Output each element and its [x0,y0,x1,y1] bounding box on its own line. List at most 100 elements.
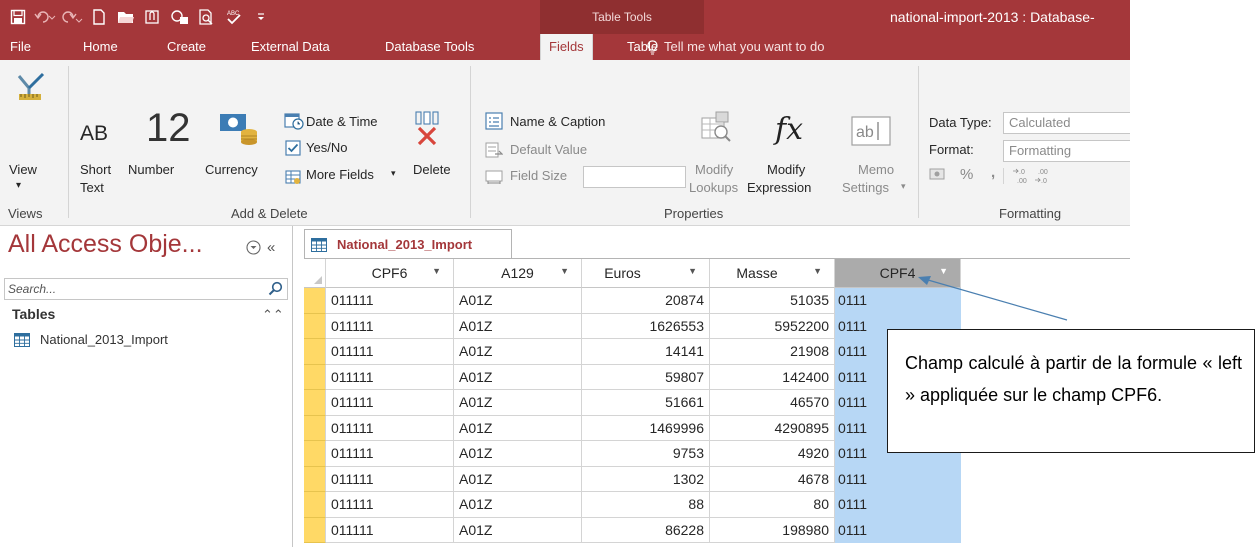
cell-cpf6[interactable]: 011111 [326,339,454,365]
cell-cpf4[interactable]: 0111 [835,466,961,492]
cell-cpf6[interactable]: 011111 [326,390,454,416]
save-icon[interactable] [6,5,30,29]
search-icon[interactable] [268,281,283,296]
nav-group-tables[interactable]: Tables [12,306,55,322]
field-size-input[interactable] [583,166,686,188]
table-row[interactable]: 011111 A01Z 1626553 5952200 0111 [304,313,961,339]
data-type-select[interactable]: Calculated [1003,112,1130,134]
record-selector[interactable] [304,466,326,492]
tab-fields[interactable]: Fields [540,34,593,60]
cell-masse[interactable]: 5952200 [710,313,835,339]
table-row[interactable]: 011111 A01Z 51661 46570 0111 [304,390,961,416]
table-row[interactable]: 011111 A01Z 14141 21908 0111 [304,339,961,365]
cell-cpf6[interactable]: 011111 [326,364,454,390]
column-dropdown-icon[interactable]: ▼ [813,266,822,276]
cell-cpf6[interactable]: 011111 [326,313,454,339]
document-tab[interactable]: National_2013_Import [304,229,512,259]
cell-a129[interactable]: A01Z [454,466,582,492]
column-dropdown-icon[interactable]: ▼ [560,266,569,276]
column-header-a129[interactable]: A129 ▼ [454,259,582,288]
column-dropdown-icon[interactable]: ▼ [432,266,441,276]
table-row[interactable]: 011111 A01Z 59807 142400 0111 [304,364,961,390]
cell-cpf6[interactable]: 011111 [326,517,454,543]
percent-format-button[interactable]: % [960,166,973,183]
cell-euros[interactable]: 1469996 [582,415,710,441]
cell-euros[interactable]: 1626553 [582,313,710,339]
select-all-button[interactable] [304,259,326,288]
tab-file[interactable]: File [10,34,31,60]
cell-masse[interactable]: 51035 [710,288,835,314]
table-row[interactable]: 011111 A01Z 9753 4920 0111 [304,441,961,467]
cell-a129[interactable]: A01Z [454,364,582,390]
cell-a129[interactable]: A01Z [454,288,582,314]
column-header-masse[interactable]: Masse ▼ [710,259,835,288]
open-folder-icon[interactable] [114,5,138,29]
cell-euros[interactable]: 14141 [582,339,710,365]
customize-qat-icon[interactable] [249,5,273,29]
cell-a129[interactable]: A01Z [454,492,582,518]
table-row[interactable]: 011111 A01Z 1469996 4290895 0111 [304,415,961,441]
nav-menu-chevron-icon[interactable] [246,240,261,255]
column-dropdown-icon[interactable]: ▼ [688,266,697,276]
cell-a129[interactable]: A01Z [454,441,582,467]
cell-cpf6[interactable]: 011111 [326,415,454,441]
table-row[interactable]: 011111 A01Z 86228 198980 0111 [304,517,961,543]
cell-masse[interactable]: 21908 [710,339,835,365]
cell-masse[interactable]: 46570 [710,390,835,416]
cell-masse[interactable]: 142400 [710,364,835,390]
record-selector[interactable] [304,313,326,339]
tab-external-data[interactable]: External Data [251,34,330,60]
record-selector[interactable] [304,390,326,416]
record-selector[interactable] [304,441,326,467]
record-selector[interactable] [304,492,326,518]
redo-icon[interactable] [60,5,84,29]
cell-euros[interactable]: 1302 [582,466,710,492]
cell-euros[interactable]: 20874 [582,288,710,314]
column-header-cpf4[interactable]: CPF4 ▼ [835,259,961,288]
collapse-pane-icon[interactable]: « [267,239,275,256]
column-header-euros[interactable]: Euros ▼ [582,259,710,288]
column-header-cpf6[interactable]: CPF6 ▼ [326,259,454,288]
cell-cpf6[interactable]: 011111 [326,441,454,467]
search-input[interactable]: Search... [4,278,288,300]
collapse-group-icon[interactable]: ⌃⌃ [262,307,284,323]
record-selector[interactable] [304,288,326,314]
cell-a129[interactable]: A01Z [454,517,582,543]
record-selector[interactable] [304,339,326,365]
print-preview-icon[interactable] [195,5,219,29]
new-document-icon[interactable] [87,5,111,29]
cell-cpf4[interactable]: 0111 [835,517,961,543]
comma-format-button[interactable]: , [991,164,995,181]
cell-a129[interactable]: A01Z [454,415,582,441]
tab-create[interactable]: Create [167,34,206,60]
cell-a129[interactable]: A01Z [454,339,582,365]
table-row[interactable]: 011111 A01Z 88 80 0111 [304,492,961,518]
record-selector[interactable] [304,364,326,390]
cell-cpf4[interactable]: 0111 [835,288,961,314]
cell-masse[interactable]: 4290895 [710,415,835,441]
attachment-icon[interactable] [141,5,165,29]
nav-item-table[interactable]: National_2013_Import [14,332,168,347]
relationships-icon[interactable] [168,5,192,29]
cell-euros[interactable]: 86228 [582,517,710,543]
tab-home[interactable]: Home [83,34,118,60]
cell-cpf6[interactable]: 011111 [326,288,454,314]
column-dropdown-icon[interactable]: ▼ [939,266,948,276]
cell-masse[interactable]: 80 [710,492,835,518]
tell-me-box[interactable]: Tell me what you want to do [647,34,824,60]
cell-euros[interactable]: 59807 [582,364,710,390]
spelling-icon[interactable]: ABC [222,5,246,29]
cell-cpf6[interactable]: 011111 [326,466,454,492]
cell-masse[interactable]: 4920 [710,441,835,467]
cell-masse[interactable]: 198980 [710,517,835,543]
table-row[interactable]: 011111 A01Z 1302 4678 0111 [304,466,961,492]
cell-cpf6[interactable]: 011111 [326,492,454,518]
cell-euros[interactable]: 51661 [582,390,710,416]
record-selector[interactable] [304,415,326,441]
cell-euros[interactable]: 9753 [582,441,710,467]
record-selector[interactable] [304,517,326,543]
cell-euros[interactable]: 88 [582,492,710,518]
tab-database-tools[interactable]: Database Tools [385,34,474,60]
format-select[interactable]: Formatting [1003,140,1130,162]
table-row[interactable]: 011111 A01Z 20874 51035 0111 [304,288,961,314]
